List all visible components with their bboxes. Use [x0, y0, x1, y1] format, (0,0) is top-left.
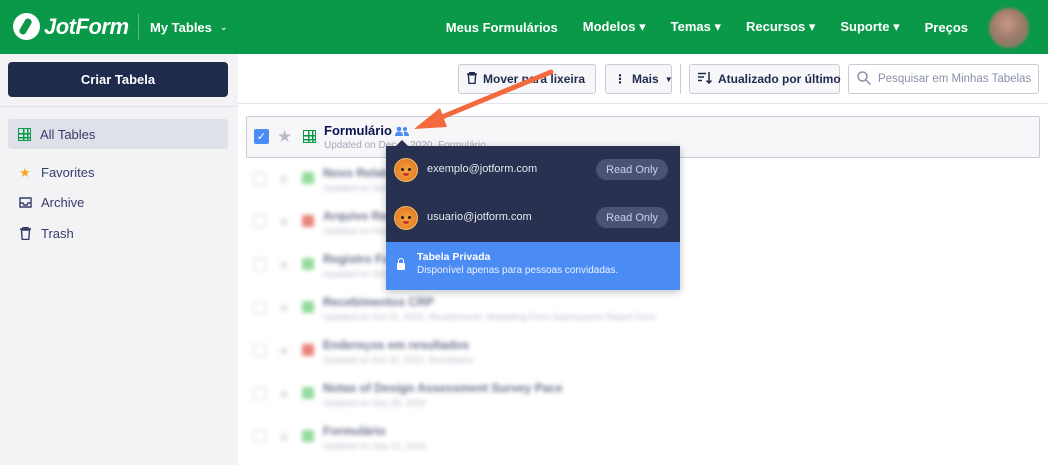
shared-users-icon[interactable] [395, 125, 409, 139]
more-button[interactable]: ⋮ Mais ▼ [605, 64, 673, 94]
sort-icon [698, 71, 713, 87]
trash-icon [18, 226, 32, 240]
nav-meus-formularios[interactable]: Meus Formulários [446, 20, 558, 35]
trash-icon [467, 71, 477, 87]
permission-badge[interactable]: Read Only [596, 207, 668, 228]
app-switcher[interactable]: My Tables ⌄ [150, 20, 227, 35]
move-to-trash-button[interactable]: Mover para lixeira [458, 64, 596, 94]
shared-user-email: usuario@jotform.com [427, 211, 532, 223]
search-placeholder: Pesquisar em Minhas Tabelas [878, 73, 1032, 85]
row-checkbox[interactable]: ✓ [254, 129, 269, 144]
nav-modelos[interactable]: Modelos ▾ [583, 19, 646, 35]
search-input[interactable]: Pesquisar em Minhas Tabelas [848, 64, 1039, 94]
toolbar: Mover para lixeira ⋮ Mais ▼ Atualizado p… [238, 54, 1048, 104]
table-grid-icon [18, 127, 31, 141]
caret-down-icon: ▼ [664, 74, 673, 84]
lock-icon [397, 258, 405, 270]
sort-label: Atualizado por último [718, 72, 841, 86]
favorite-star-icon[interactable]: ★ [277, 127, 292, 147]
table-row[interactable]: ★ Notas of Design Assessment Survey Pace U… [238, 373, 1048, 416]
table-row[interactable]: ★ Formulário Updated on Sep 12, 2020 [238, 416, 1048, 459]
more-label: Mais [632, 72, 659, 86]
private-description: Disponível apenas para pessoas convidada… [417, 265, 619, 276]
star-icon: ★ [19, 164, 31, 180]
jotform-logo-icon [13, 13, 40, 40]
move-to-trash-label: Mover para lixeira [483, 72, 586, 86]
more-vertical-icon: ⋮ [614, 72, 626, 86]
shared-user-row: usuario@jotform.com Read Only [386, 194, 680, 242]
nav-recursos[interactable]: Recursos ▾ [746, 19, 815, 35]
app-switcher-label: My Tables [150, 20, 212, 35]
toolbar-divider [680, 64, 681, 94]
sidebar-item-label: Favorites [41, 164, 95, 180]
logo-text: JotForm [44, 13, 129, 39]
user-avatar[interactable] [989, 8, 1029, 48]
sidebar: Criar Tabela All Tables ★ Favorites Arch… [0, 54, 238, 465]
nav-precos[interactable]: Preços [925, 20, 968, 35]
sidebar-divider [0, 106, 238, 107]
table-grid-icon [303, 130, 316, 143]
sidebar-item-label: Archive [41, 194, 85, 210]
user-avatar-icon [394, 206, 418, 230]
shared-user-email: exemplo@jotform.com [427, 163, 538, 175]
nav-suporte[interactable]: Suporte ▾ [840, 19, 899, 35]
shared-users-popup: exemplo@jotform.com Read Only usuario@jo… [386, 140, 680, 290]
sidebar-item-label: Trash [41, 225, 74, 241]
private-title: Tabela Privada [417, 251, 491, 263]
archive-icon [18, 195, 32, 209]
search-icon [857, 70, 872, 88]
main-nav: Meus Formulários Modelos ▾ Temas ▾ Recur… [446, 0, 968, 54]
table-row[interactable]: ★ Recebimentos CRP Updated on Oct 21, 2020… [238, 287, 1048, 330]
sort-button[interactable]: Atualizado por último [689, 64, 841, 94]
top-navigation-bar: JotForm My Tables ⌄ Meus Formulários Mod… [0, 0, 1048, 54]
shared-user-row: exemplo@jotform.com Read Only [386, 146, 680, 194]
header-divider [138, 14, 139, 40]
permission-badge[interactable]: Read Only [596, 159, 668, 180]
create-table-button[interactable]: Criar Tabela [8, 62, 228, 97]
chevron-down-icon: ⌄ [219, 22, 228, 32]
sidebar-item-label: All Tables [40, 126, 96, 142]
user-avatar-icon [394, 158, 418, 182]
nav-temas[interactable]: Temas ▾ [671, 19, 721, 35]
table-row[interactable]: ★ Endereços em resultados Updated on Oct 1… [238, 330, 1048, 373]
private-table-notice: Tabela Privada Disponível apenas para pe… [386, 242, 680, 290]
row-title[interactable]: Formulário [324, 123, 392, 138]
sidebar-item-all-tables[interactable]: All Tables [8, 119, 228, 149]
sidebar-item-trash[interactable]: Trash [8, 218, 228, 248]
sidebar-item-favorites[interactable]: ★ Favorites [8, 157, 228, 187]
sidebar-item-archive[interactable]: Archive [8, 187, 228, 217]
jotform-logo[interactable]: JotForm [13, 13, 129, 40]
